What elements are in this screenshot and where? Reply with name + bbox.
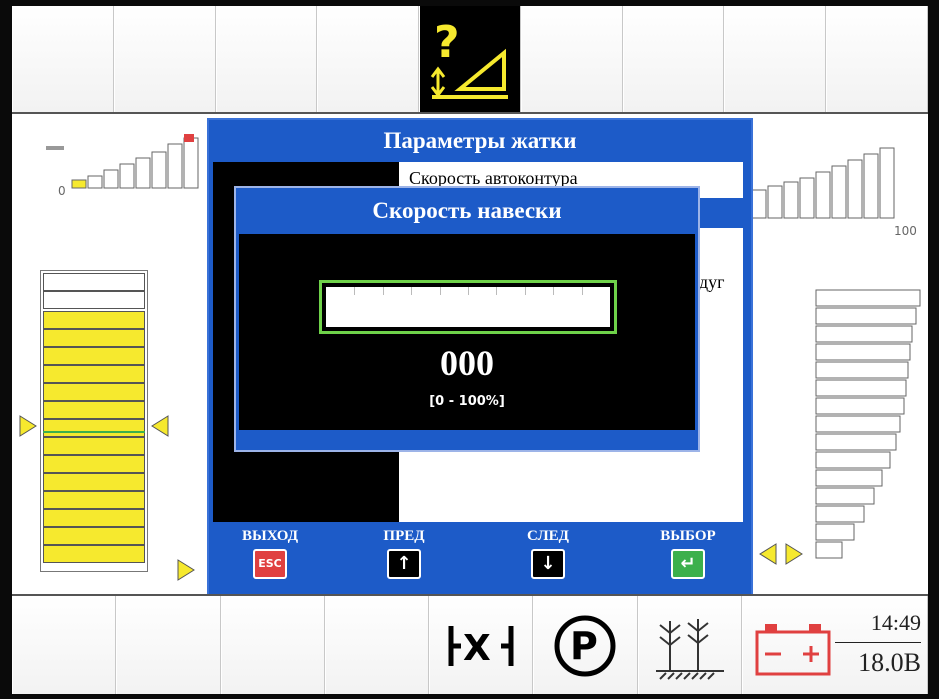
speed-progress-bar[interactable] [319, 280, 617, 334]
bottom-slot-4[interactable] [324, 596, 430, 694]
battery-voltage: 18.0В [858, 648, 921, 677]
top-slot-9[interactable] [826, 6, 928, 112]
bottom-slot-3[interactable] [220, 596, 325, 694]
dialog-footer: ВЫХОД ESC ПРЕД ↑ СЛЕД ↓ ВЫБОР ↵ [209, 524, 751, 592]
prev-button[interactable]: ПРЕД ↑ [359, 528, 449, 579]
top-slot-8[interactable] [724, 6, 827, 112]
right-level-gauge [815, 289, 921, 559]
progress-tick [496, 287, 498, 295]
progress-tick [354, 287, 356, 295]
display-screen: ? 0 100 Параметры жатки Скорость автокон… [12, 6, 928, 694]
next-label: СЛЕД [527, 528, 569, 544]
status-slot: 14:49 18.0В [741, 596, 928, 694]
bottom-bar: X P 14:49 18.0В [12, 594, 928, 694]
select-label: ВЫБОР [660, 528, 716, 544]
parking-brake-button[interactable]: P [533, 596, 638, 694]
svg-text:X: X [463, 628, 491, 669]
right-scale-max: 100 [894, 224, 917, 238]
arrow-down-icon: ↓ [531, 549, 565, 579]
right-stair-gauge [751, 147, 895, 219]
left-level-gauge [40, 270, 148, 572]
esc-key-icon: ESC [253, 549, 287, 579]
battery-icon [755, 624, 831, 676]
top-slot-4[interactable] [317, 6, 420, 112]
svg-text:?: ? [434, 17, 460, 68]
top-slot-6[interactable] [520, 6, 623, 112]
dialog-title: Параметры жатки [209, 120, 751, 160]
progress-tick [468, 287, 469, 295]
next-button[interactable]: СЛЕД ↓ [503, 528, 593, 579]
left-marker-left-icon [19, 415, 37, 437]
bottom-slot-2[interactable] [116, 596, 221, 694]
select-button[interactable]: ВЫБОР ↵ [643, 528, 733, 579]
enter-key-icon: ↵ [671, 549, 705, 579]
value-range: [0 - 100%] [429, 394, 505, 409]
top-slot-3[interactable] [215, 6, 318, 112]
progress-tick [524, 287, 526, 295]
left-marker-right-icon [151, 415, 169, 437]
engage-icon: X [448, 626, 514, 669]
list-item[interactable]: дуг [699, 272, 725, 293]
header-help-button[interactable]: ? [419, 6, 521, 112]
hitch-speed-modal: Скорость навески 000 [0 - 100%] [234, 186, 700, 452]
exit-button[interactable]: ВЫХОД ESC [225, 528, 315, 579]
progress-tick [553, 287, 555, 295]
progress-tick [382, 287, 384, 295]
right-marker-right-icon [785, 543, 803, 565]
left-stair-gauge [46, 134, 199, 189]
parking-brake-icon: P [554, 615, 616, 677]
prev-label: ПРЕД [383, 528, 425, 544]
clock-time: 14:49 [870, 610, 921, 635]
modal-title: Скорость навески [372, 198, 562, 223]
header-help-icon: ? [426, 15, 515, 103]
speed-value: 000 [440, 343, 494, 383]
crop-icon [655, 619, 724, 680]
progress-tick [581, 287, 583, 295]
top-slot-2[interactable] [113, 6, 216, 112]
top-bar: ? [12, 6, 928, 114]
modal-body: 000 [0 - 100%] [239, 234, 695, 430]
bottom-slot-1[interactable] [12, 596, 117, 694]
crop-button[interactable] [637, 596, 742, 694]
arrow-up-icon: ↑ [387, 549, 421, 579]
right-marker-left-icon [759, 543, 777, 565]
svg-text:P: P [570, 624, 598, 668]
left-bottom-marker-icon [177, 559, 195, 581]
top-slot-7[interactable] [622, 6, 725, 112]
progress-tick [439, 287, 441, 295]
engage-button[interactable]: X [429, 596, 534, 694]
top-slot-1[interactable] [12, 6, 114, 112]
exit-label: ВЫХОД [241, 528, 299, 544]
left-scale-min: 0 [58, 184, 66, 198]
progress-tick [411, 287, 413, 295]
